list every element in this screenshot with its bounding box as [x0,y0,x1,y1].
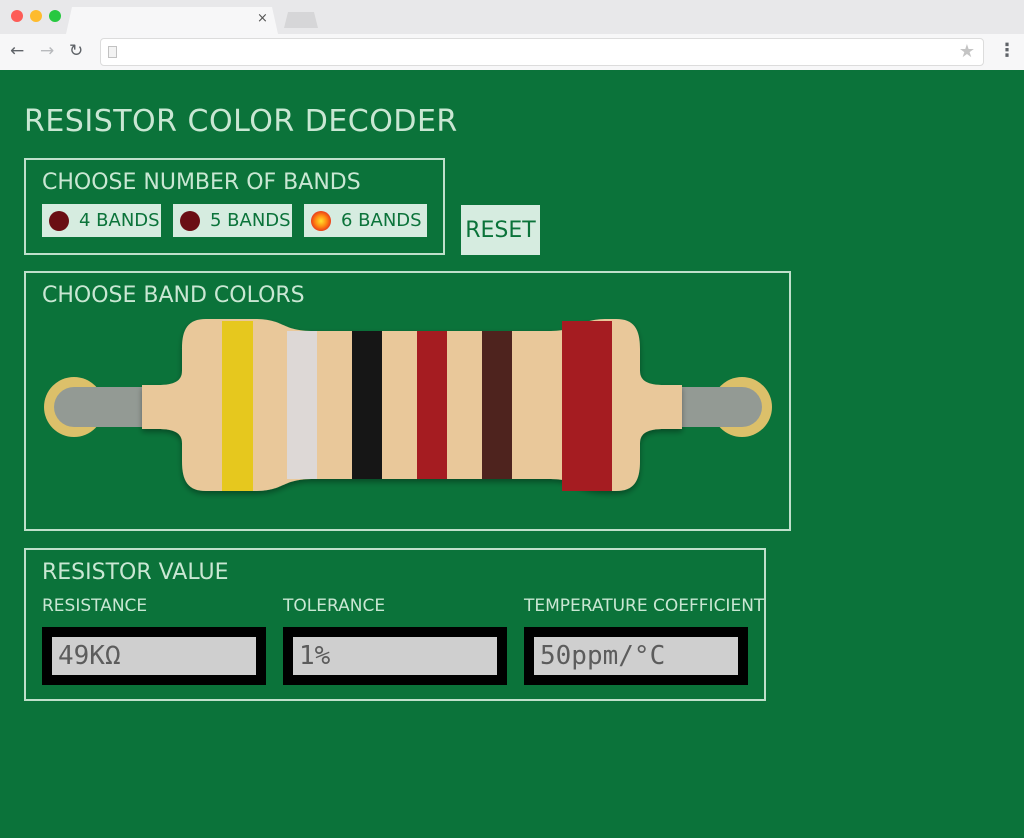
resistor-value-panel: RESISTOR VALUE RESISTANCE 49KΩ TOLERANCE… [24,548,766,701]
bands-panel: CHOOSE NUMBER OF BANDS 4 BANDS 5 BANDS 6… [24,158,445,255]
temperature-coefficient-value: 50ppm/°C [534,637,738,675]
new-tab-button[interactable] [284,12,318,28]
radio-indicator-icon [49,210,69,231]
color-band-4[interactable] [417,331,447,479]
reset-button[interactable]: RESET [461,205,540,255]
page-icon [108,46,117,58]
radio-selected-icon [311,210,331,231]
address-bar[interactable]: ★ [100,38,984,66]
browser-chrome: × ← → ↻ ★ ⋮ [0,0,1024,71]
color-band-3[interactable] [352,331,382,479]
temperature-coefficient-label: TEMPERATURE COEFFICIENT [524,596,765,616]
temperature-coefficient-display: 50ppm/°C [524,627,748,685]
browser-menu-icon[interactable]: ⋮ [998,42,1016,60]
reload-icon[interactable]: ↻ [69,41,83,61]
tolerance-value: 1% [293,637,497,675]
color-band-5[interactable] [482,331,512,479]
bookmark-star-icon[interactable]: ★ [959,41,975,63]
color-band-1[interactable] [222,321,253,491]
resistor-value-panel-title: RESISTOR VALUE [42,560,229,585]
page-title: RESISTOR COLOR DECODER [24,104,458,139]
back-arrow-icon[interactable]: ← [10,41,24,61]
resistance-value: 49KΩ [52,637,256,675]
minimize-window-button[interactable] [30,10,42,22]
band-colors-panel-title: CHOOSE BAND COLORS [42,283,305,308]
band-option-6[interactable]: 6 BANDS [304,204,427,237]
close-window-button[interactable] [11,10,23,22]
band-option-label: 4 BANDS [79,210,160,231]
tab-close-icon[interactable]: × [257,11,268,27]
tolerance-display: 1% [283,627,507,685]
app-page: RESISTOR COLOR DECODER CHOOSE NUMBER OF … [0,70,1024,838]
forward-arrow-icon[interactable]: → [40,41,54,61]
bands-panel-title: CHOOSE NUMBER OF BANDS [42,170,361,195]
radio-indicator-icon [180,210,200,231]
tolerance-label: TOLERANCE [283,596,386,616]
band-option-label: 6 BANDS [341,210,422,231]
color-band-6[interactable] [562,321,612,491]
resistance-label: RESISTANCE [42,596,148,616]
band-option-4[interactable]: 4 BANDS [42,204,161,237]
band-colors-panel: CHOOSE BAND COLORS [24,271,791,531]
maximize-window-button[interactable] [49,10,61,22]
browser-tab-active[interactable] [66,7,278,34]
band-option-5[interactable]: 5 BANDS [173,204,292,237]
band-option-label: 5 BANDS [210,210,291,231]
resistor-diagram [44,319,772,491]
resistance-display: 49KΩ [42,627,266,685]
color-band-2[interactable] [287,331,317,479]
